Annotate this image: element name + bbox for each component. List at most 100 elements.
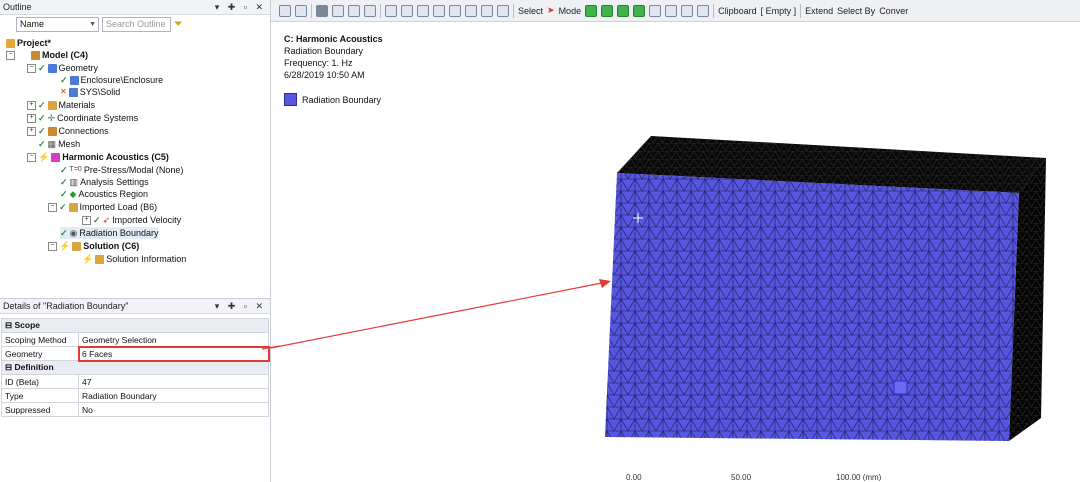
group-definition[interactable]: ⊟ Definition: [1, 360, 269, 375]
tree-node-coordinate-systems[interactable]: + ✓ ✛ Coordinate Systems: [27, 112, 138, 124]
collapse-icon[interactable]: −: [6, 50, 15, 60]
tree-node-project[interactable]: Project*: [6, 37, 51, 49]
next-view-icon[interactable]: [497, 4, 509, 17]
expand-icon[interactable]: +: [27, 113, 36, 123]
expand-icon[interactable]: +: [27, 126, 36, 136]
expand-icon[interactable]: +: [82, 215, 91, 225]
suppressed-value[interactable]: No: [78, 402, 269, 417]
tree-label: Geometry: [58, 63, 99, 73]
node-select-icon[interactable]: [649, 4, 662, 17]
graphics-viewport[interactable]: C: Harmonic Acoustics Radiation Boundary…: [271, 23, 1080, 481]
tree-node-sys-solid[interactable]: ✕ SYS\Solid: [60, 86, 120, 98]
edge-select-icon[interactable]: [601, 4, 614, 17]
details-table: ⊟ Scope Scoping Method Geometry Selectio…: [1, 318, 270, 417]
type-value[interactable]: Radiation Boundary: [78, 388, 269, 403]
check-icon: ✓: [60, 189, 68, 199]
check-icon: ✓: [59, 202, 67, 212]
collapse-icon[interactable]: ⊟: [5, 320, 12, 330]
panel-controls[interactable]: ▾ ✚ ▫ ✕: [215, 0, 266, 14]
filter-icon[interactable]: ⏷: [174, 18, 183, 31]
select-all-icon[interactable]: [697, 4, 710, 17]
mesh-icon: ▦: [47, 139, 57, 149]
collapse-icon[interactable]: −: [48, 202, 57, 212]
collapse-icon[interactable]: −: [27, 63, 36, 73]
check-icon: ✓: [60, 165, 68, 175]
tree-node-acoustics-region[interactable]: ✓ ◆ Acoustics Region: [60, 188, 148, 200]
previous-view-icon[interactable]: [481, 4, 493, 17]
lightning-icon: ⚡: [59, 241, 71, 251]
tree-node-prestress[interactable]: ✓ T=0 Pre-Stress/Modal (None): [60, 164, 183, 176]
tree-node-analysis-settings[interactable]: ✓ ▥ Analysis Settings: [60, 176, 149, 188]
zoom-out-icon[interactable]: [295, 4, 307, 17]
connections-icon: [47, 126, 57, 136]
fit-icon[interactable]: [449, 4, 461, 17]
convert-button[interactable]: Conver: [879, 6, 908, 16]
wireframe-icon[interactable]: [332, 4, 344, 17]
zoom-icon[interactable]: [417, 4, 429, 17]
cursor-icon[interactable]: [364, 4, 376, 17]
solution-icon: [72, 241, 82, 251]
tree-node-radiation-boundary[interactable]: ✓ ◉ Radiation Boundary: [60, 227, 159, 239]
collapse-icon[interactable]: ⊟: [5, 362, 12, 372]
rotate-icon[interactable]: [385, 4, 397, 17]
scoping-method-value[interactable]: Geometry Selection: [78, 332, 269, 347]
details-row: Suppressed No: [1, 402, 269, 417]
shaded-icon[interactable]: [316, 4, 328, 17]
tree-node-harmonic-acoustics[interactable]: − ⚡ Harmonic Acoustics (C5): [27, 151, 169, 163]
ruler-label: 100.00 (mm): [836, 473, 882, 481]
collapse-icon[interactable]: −: [27, 152, 36, 162]
prestress-icon: T=0: [69, 166, 82, 173]
collapse-icon[interactable]: −: [48, 241, 57, 251]
pan-icon[interactable]: [401, 4, 413, 17]
tree-label: Mesh: [58, 139, 81, 149]
group-scope[interactable]: ⊟ Scope: [1, 318, 269, 333]
selection-marker: [893, 380, 908, 395]
check-icon: ✓: [38, 100, 46, 110]
tree-node-mesh[interactable]: ✓ ▦ Mesh: [38, 138, 80, 150]
magnify-icon[interactable]: [465, 4, 477, 17]
box-zoom-icon[interactable]: [433, 4, 445, 17]
tree-node-solution[interactable]: − ⚡ Solution (C6): [48, 240, 139, 252]
tree-node-materials[interactable]: + ✓ Materials: [27, 99, 95, 111]
body-select-icon[interactable]: [633, 4, 646, 17]
lightning-icon: ⚡: [38, 152, 50, 162]
geometry-value[interactable]: 6 Faces: [77, 345, 270, 362]
suppressed-icon: ✕: [60, 87, 67, 96]
tree-node-model[interactable]: − Model (C4): [6, 49, 88, 61]
tree-node-enclosure[interactable]: ✓ Enclosure\Enclosure: [60, 74, 163, 86]
group-label: Definition: [14, 362, 54, 372]
element-face-icon[interactable]: [681, 4, 694, 17]
row-key: Type: [1, 388, 79, 403]
tree-node-imported-load[interactable]: − ✓ Imported Load (B6): [48, 201, 157, 213]
clipboard-button[interactable]: Clipboard: [718, 6, 757, 16]
row-key: Scoping Method: [1, 332, 79, 347]
face-select-icon[interactable]: [617, 4, 630, 17]
tree-label: Project*: [17, 38, 52, 48]
folder-icon: [68, 202, 78, 212]
annotation-arrow-line: [271, 281, 608, 349]
mode-button[interactable]: Mode: [559, 6, 582, 16]
vertex-select-icon[interactable]: [585, 4, 598, 17]
check-icon: ✓: [38, 113, 46, 123]
tree-label: Solution (C6): [83, 241, 140, 251]
extend-button[interactable]: Extend: [805, 6, 833, 16]
tree-label: Connections: [58, 126, 109, 136]
edges-icon[interactable]: [348, 4, 360, 17]
search-outline-input[interactable]: Search Outline: [102, 16, 171, 32]
name-filter-dropdown[interactable]: Name ▼: [16, 16, 99, 32]
tree-label: Materials: [58, 100, 96, 110]
tree-node-solution-information[interactable]: ⚡ Solution Information: [82, 253, 186, 265]
outline-panel: Outline ▾ ✚ ▫ ✕ Name ▼ Search Outline ⏷ …: [0, 0, 271, 297]
zoom-in-icon[interactable]: [279, 4, 291, 17]
select-by-button[interactable]: Select By: [837, 6, 875, 16]
expand-icon[interactable]: +: [27, 100, 36, 110]
tree-node-imported-velocity[interactable]: + ✓ ➶ Imported Velocity: [82, 214, 181, 226]
select-button[interactable]: Select: [518, 6, 543, 16]
panel-controls[interactable]: ▾ ✚ ▫ ✕: [215, 299, 266, 313]
lightning-icon: ⚡: [82, 254, 94, 264]
model-icon: [31, 50, 40, 60]
tree-node-connections[interactable]: + ✓ Connections: [27, 125, 109, 137]
element-select-icon[interactable]: [665, 4, 678, 17]
tree-node-geometry[interactable]: − ✓ Geometry: [27, 62, 98, 74]
toolbar-divider: [380, 3, 381, 18]
